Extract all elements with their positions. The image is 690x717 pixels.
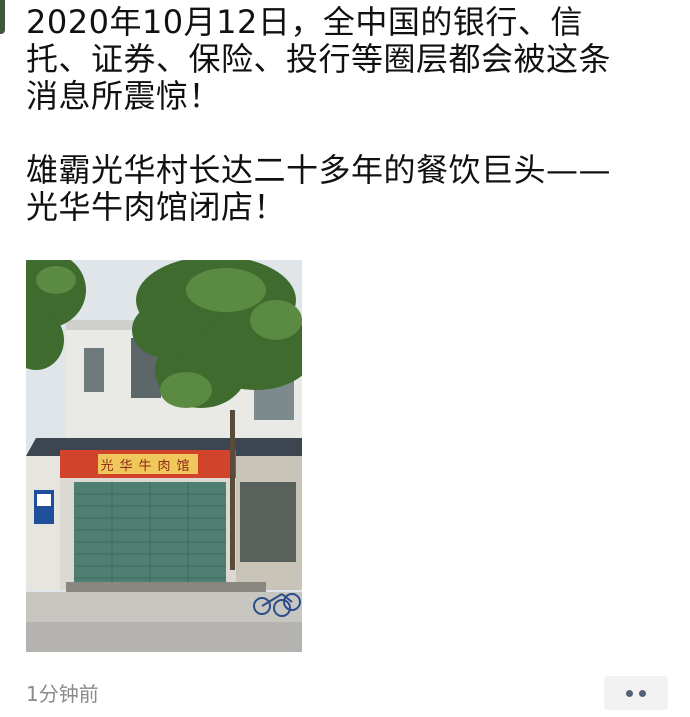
- post-text-line: 雄霸光华村长达二十多年的餐饮巨头——: [26, 151, 612, 189]
- more-options-button[interactable]: [604, 676, 668, 710]
- post-text: 2020年10月12日，全中国的银行、信 托、证券、保险、投行等圈层都会被这条 …: [26, 4, 666, 226]
- moments-post: 2020年10月12日，全中国的银行、信 托、证券、保险、投行等圈层都会被这条 …: [0, 0, 690, 717]
- post-text-line: 光华牛肉馆闭店！: [26, 188, 287, 226]
- more-dots-icon: [639, 689, 646, 697]
- post-text-line: 2020年10月12日，全中国的银行、信: [26, 3, 583, 41]
- more-dots-icon: [626, 689, 633, 697]
- signboard-text: 光华牛肉馆: [100, 459, 195, 474]
- post-text-line: 消息所震惊！: [26, 77, 222, 115]
- avatar[interactable]: [0, 0, 5, 34]
- post-text-line: 托、证券、保险、投行等圈层都会被这条: [26, 40, 612, 78]
- post-photo[interactable]: 光华牛肉馆: [26, 260, 302, 652]
- restaurant-storefront-image: 光华牛肉馆: [26, 260, 302, 652]
- post-timestamp: 1分钟前: [26, 682, 99, 706]
